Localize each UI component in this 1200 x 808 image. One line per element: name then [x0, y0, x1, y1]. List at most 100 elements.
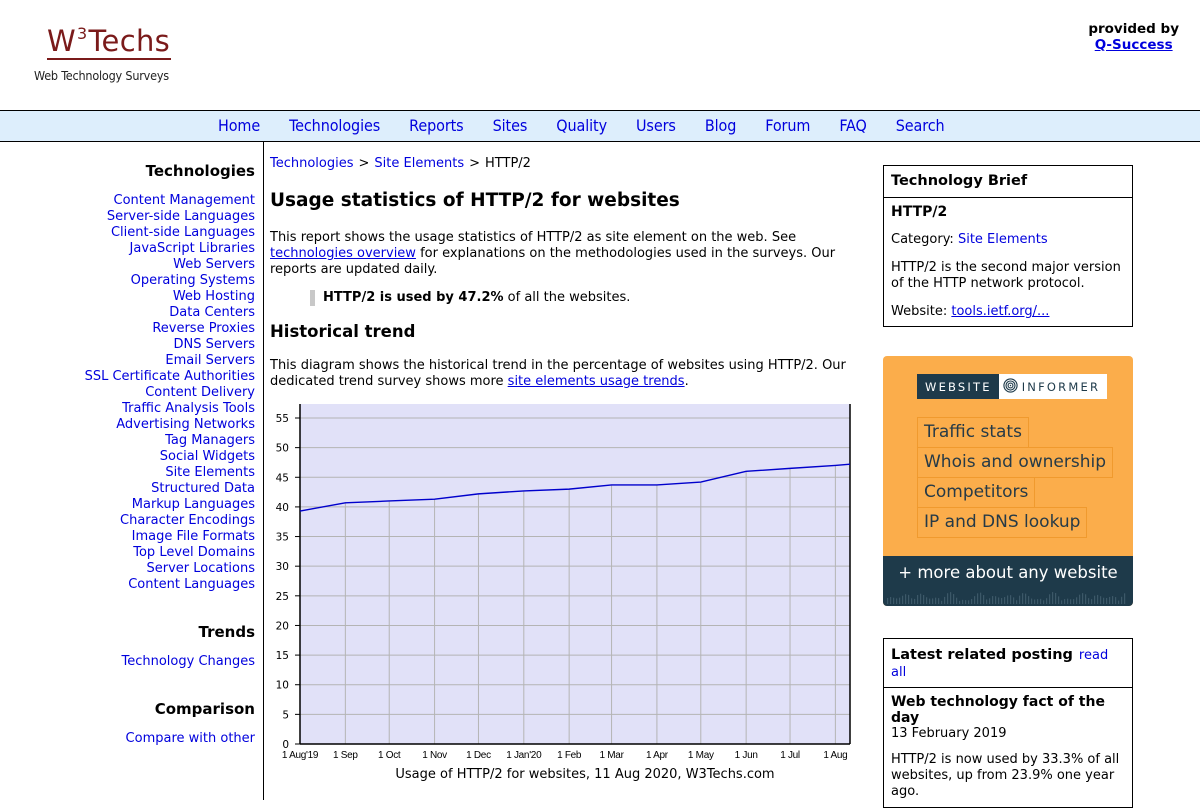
- x-tick-label: 1 Apr: [646, 750, 669, 761]
- website-link[interactable]: tools.ietf.org/...: [951, 304, 1049, 319]
- trends-heading: Trends: [198, 623, 256, 641]
- latest-posting-header: Latest related posting read all: [884, 639, 1132, 688]
- sidebar-item-server-side-languages[interactable]: Server-side Languages: [85, 209, 255, 225]
- waveform-bar: [1043, 600, 1045, 604]
- waveform-bar: [899, 597, 901, 604]
- waveform-bar: [968, 600, 970, 604]
- q-success-link[interactable]: Q-Success: [1095, 37, 1173, 53]
- waveform-bar: [1046, 598, 1048, 604]
- technology-brief-heading: Technology Brief: [884, 166, 1132, 198]
- logo-right-text: INFORMER: [1021, 380, 1101, 394]
- breadcrumb-site-elements[interactable]: Site Elements: [374, 156, 464, 171]
- sidebar-item-web-hosting[interactable]: Web Hosting: [85, 289, 255, 305]
- ad-items: Traffic stats Whois and ownership Compet…: [917, 417, 1114, 538]
- waveform-bar: [944, 596, 946, 604]
- technologies-overview-link[interactable]: technologies overview: [270, 246, 416, 261]
- sidebar-item-image-file-formats[interactable]: Image File Formats: [85, 529, 255, 545]
- nav-faq[interactable]: FAQ: [839, 116, 867, 135]
- site-header: W3Techs Web Technology Surveys provided …: [0, 0, 1200, 110]
- sidebar-item-tag-managers[interactable]: Tag Managers: [85, 433, 255, 449]
- nav-home[interactable]: Home: [218, 116, 260, 135]
- sidebar-item-social-widgets[interactable]: Social Widgets: [85, 449, 255, 465]
- sidebar-item-advertising-networks[interactable]: Advertising Networks: [85, 417, 255, 433]
- waveform-bar: [950, 592, 952, 604]
- trend-text-end: .: [684, 374, 689, 389]
- waveform-bar: [1103, 597, 1105, 604]
- site-elements-trends-link[interactable]: site elements usage trends: [508, 374, 685, 389]
- sidebar-item-site-elements[interactable]: Site Elements: [85, 465, 255, 481]
- trend-paragraph: This diagram shows the historical trend …: [270, 358, 850, 390]
- waveform-bar: [1058, 596, 1060, 604]
- sidebar-item-compare-with-other[interactable]: Compare with other: [126, 731, 255, 747]
- waveform-bar: [962, 599, 964, 604]
- nav-blog[interactable]: Blog: [705, 116, 737, 135]
- x-tick-label: 1 Nov: [422, 750, 447, 761]
- waveform-bar: [974, 596, 976, 604]
- nav-search[interactable]: Search: [896, 116, 945, 135]
- nav-technologies[interactable]: Technologies: [289, 116, 380, 135]
- x-tick-label: 1 May: [688, 750, 714, 761]
- ad-footer-button[interactable]: + more about any website: [883, 556, 1133, 606]
- sidebar-item-reverse-proxies[interactable]: Reverse Proxies: [85, 321, 255, 337]
- sidebar-item-server-locations[interactable]: Server Locations: [85, 561, 255, 577]
- waveform-bar: [1088, 598, 1090, 604]
- x-tick-label: 1 Aug'19: [282, 750, 319, 761]
- nav-sites[interactable]: Sites: [493, 116, 528, 135]
- nav-forum[interactable]: Forum: [765, 116, 810, 135]
- waveform-bar: [1034, 599, 1036, 604]
- ad-item-whois[interactable]: Whois and ownership: [917, 447, 1114, 478]
- waveform-bar: [1049, 594, 1051, 604]
- sidebar-item-structured-data[interactable]: Structured Data: [85, 481, 255, 497]
- waveform-bar: [953, 594, 955, 604]
- sidebar-item-javascript-libraries[interactable]: JavaScript Libraries: [85, 241, 255, 257]
- provided-by-label: provided by: [1088, 21, 1179, 37]
- ad-item-ip-dns[interactable]: IP and DNS lookup: [917, 507, 1088, 538]
- historical-trend-heading: Historical trend: [270, 322, 416, 341]
- nav-quality[interactable]: Quality: [556, 116, 607, 135]
- ad-item-traffic-stats[interactable]: Traffic stats: [917, 417, 1029, 448]
- comparison-heading: Comparison: [154, 700, 255, 718]
- sidebar-item-content-management[interactable]: Content Management: [85, 193, 255, 209]
- nav-reports[interactable]: Reports: [409, 116, 464, 135]
- sidebar-item-operating-systems[interactable]: Operating Systems: [85, 273, 255, 289]
- intro-paragraph: This report shows the usage statistics o…: [270, 230, 850, 278]
- posting-text: HTTP/2 is now used by 33.3% of all websi…: [891, 752, 1120, 799]
- waveform-bar: [1082, 593, 1084, 604]
- trends-section: Trends Technology Changes: [122, 623, 256, 670]
- ad-item-competitors[interactable]: Competitors: [917, 477, 1036, 508]
- waveform-bar: [929, 598, 931, 604]
- usage-percentage: HTTP/2 is used by 47.2%: [323, 290, 504, 305]
- sidebar-item-ssl-certificate-authorities[interactable]: SSL Certificate Authorities: [85, 369, 255, 385]
- waveform-bar: [971, 598, 973, 604]
- sidebar-item-content-languages[interactable]: Content Languages: [85, 577, 255, 593]
- website-informer-ad[interactable]: WEBSITE INFORMER Traffic stats Whois and…: [883, 356, 1133, 606]
- target-icon: [1003, 378, 1018, 393]
- historical-trend-chart: 0 5 10 15 20 25 30 35 40 45 50 55 1 Aug'19 1 Sep 1 Oct…: [270, 400, 860, 790]
- logo-right: INFORMER: [998, 374, 1108, 399]
- sidebar-item-technology-changes[interactable]: Technology Changes: [122, 654, 256, 670]
- sidebar-item-client-side-languages[interactable]: Client-side Languages: [85, 225, 255, 241]
- waveform-bar: [911, 598, 913, 604]
- sidebar-item-dns-servers[interactable]: DNS Servers: [85, 337, 255, 353]
- waveform-bar: [1061, 600, 1063, 604]
- sidebar-item-data-centers[interactable]: Data Centers: [85, 305, 255, 321]
- waveform-bar: [965, 600, 967, 604]
- sidebar-item-markup-languages[interactable]: Markup Languages: [85, 497, 255, 513]
- sidebar-item-email-servers[interactable]: Email Servers: [85, 353, 255, 369]
- left-sidebar: Technologies Content Management Server-si…: [0, 142, 264, 800]
- x-tick-label: 1 Sep: [333, 750, 358, 761]
- waveform-bar: [935, 597, 937, 604]
- category-link[interactable]: Site Elements: [958, 232, 1048, 247]
- breadcrumb-technologies[interactable]: Technologies: [270, 156, 354, 171]
- nav-users[interactable]: Users: [636, 116, 676, 135]
- sidebar-item-content-delivery[interactable]: Content Delivery: [85, 385, 255, 401]
- sidebar-item-top-level-domains[interactable]: Top Level Domains: [85, 545, 255, 561]
- chart-caption: Usage of HTTP/2 for websites, 11 Aug 202…: [395, 767, 774, 782]
- sidebar-item-web-servers[interactable]: Web Servers: [85, 257, 255, 273]
- waveform-bar: [890, 596, 892, 604]
- sidebar-item-traffic-analysis-tools[interactable]: Traffic Analysis Tools: [85, 401, 255, 417]
- intro-text: This report shows the usage statistics o…: [270, 230, 797, 245]
- logo-underline: [47, 58, 171, 60]
- sidebar-item-character-encodings[interactable]: Character Encodings: [85, 513, 255, 529]
- y-tick-label: 20: [276, 620, 289, 632]
